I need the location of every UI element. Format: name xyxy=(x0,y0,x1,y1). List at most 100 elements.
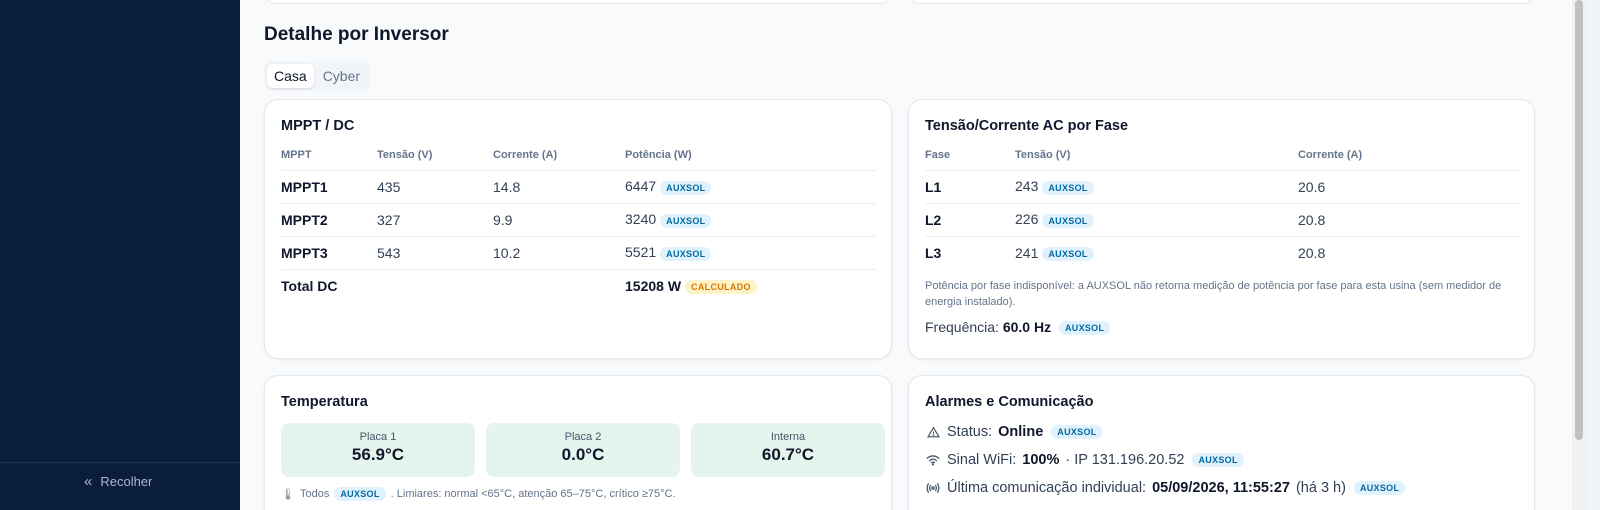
col-header: MPPT xyxy=(281,140,377,171)
phase-voltage: 226 xyxy=(1015,211,1039,228)
section-title: Detalhe por Inversor xyxy=(264,24,449,45)
source-badge: AUXSOL xyxy=(1353,481,1406,495)
mppt-power: 3240 xyxy=(625,211,657,228)
table-row: L1 243 AUXSOL 20.6 xyxy=(925,170,1520,204)
phase-current: 20.8 xyxy=(1298,203,1520,237)
temp-value: 60.7°C xyxy=(761,445,815,464)
mppt-power-cell: 5521 AUXSOL xyxy=(625,236,877,270)
last-comm-row: Última comunicação individual: 05/09/202… xyxy=(925,480,1406,496)
wifi-value: 100% xyxy=(1022,452,1060,468)
previous-card-right xyxy=(908,0,1535,4)
collapse-label: Recolher xyxy=(100,474,153,489)
temp-label: Interna xyxy=(770,431,806,443)
mppt-current: 10.2 xyxy=(493,236,625,270)
table-row: MPPT2 327 9.9 3240 AUXSOL xyxy=(281,203,877,237)
phase-current: 20.8 xyxy=(1298,244,1326,261)
chevrons-left-icon: « xyxy=(84,473,93,490)
phase-name: L2 xyxy=(925,203,1015,237)
source-badge: AUXSOL xyxy=(1042,180,1094,195)
phase-power-note: Potência por fase indisponível: a AUXSOL… xyxy=(925,280,1502,308)
table-row: MPPT3 543 10.2 5521 AUXSOL xyxy=(281,236,877,270)
source-badge: AUXSOL xyxy=(660,180,712,195)
status-label: Status: xyxy=(947,424,993,440)
col-header: Corrente (A) xyxy=(1298,140,1520,171)
status-value: Online xyxy=(998,424,1044,440)
phase-voltage: 241 xyxy=(1015,244,1039,261)
last-comm-label: Última comunicação individual: xyxy=(947,480,1147,496)
ac-table-header: Fase Tensão (V) Corrente (A) xyxy=(925,140,1520,171)
empty-cell xyxy=(377,268,493,302)
temp-value: 56.9°C xyxy=(351,445,405,464)
alarms-card-title: Alarmes e Comunicação xyxy=(925,394,1094,410)
mppt-name: MPPT2 xyxy=(281,203,377,237)
frequency-row: Frequência: 60.0 Hz AUXSOL xyxy=(925,319,1111,336)
source-badge: AUXSOL xyxy=(660,246,712,261)
phase-voltage: 243 xyxy=(1015,178,1039,195)
alert-triangle-icon xyxy=(925,425,941,439)
temperature-card: Temperatura Placa 1 56.9°C Placa 2 0.0°C… xyxy=(264,375,892,510)
mppt-power: 5521 xyxy=(625,244,657,261)
wifi-icon xyxy=(925,454,941,466)
page-scrollbar[interactable] xyxy=(1572,0,1586,510)
mppt-voltage: 327 xyxy=(377,203,493,237)
main-content: Detalhe por Inversor Casa Cyber MPPT / D… xyxy=(240,0,1586,510)
temp-label: Placa 1 xyxy=(359,431,397,443)
phase-voltage-cell: 243 AUXSOL xyxy=(1015,170,1298,204)
frequency-label: Frequência: xyxy=(925,319,999,335)
tab-casa[interactable]: Casa xyxy=(267,64,314,88)
wifi-row: Sinal WiFi: 100% · IP 131.196.20.52 AUXS… xyxy=(925,452,1244,468)
collapse-sidebar-button[interactable]: « Recolher xyxy=(84,474,152,489)
mppt-table: MPPT Tensão (V) Corrente (A) Potência (W… xyxy=(281,140,877,302)
total-power-cell: 15208 W CALCULADO xyxy=(625,268,877,302)
mppt-power-cell: 3240 AUXSOL xyxy=(625,203,877,237)
tab-cyber[interactable]: Cyber xyxy=(316,64,367,88)
temp-label: Placa 2 xyxy=(564,431,602,443)
last-comm-ago: (há 3 h) xyxy=(1295,480,1346,496)
calculated-badge: CALCULADO xyxy=(685,279,757,294)
mppt-power: 6447 xyxy=(625,178,657,195)
mppt-table-header: MPPT Tensão (V) Corrente (A) Potência (W… xyxy=(281,140,877,171)
phase-current: 20.6 xyxy=(1298,170,1520,204)
mppt-name: MPPT1 xyxy=(281,170,377,204)
scrollbar-thumb[interactable] xyxy=(1575,0,1583,440)
temp-board-1: Placa 1 56.9°C xyxy=(281,423,475,477)
phase-voltage-cell: 241 AUXSOL xyxy=(1015,236,1298,269)
ip-address: · IP 131.196.20.52 xyxy=(1065,452,1185,468)
mppt-name: MPPT3 xyxy=(281,236,377,270)
status-row: Status: Online AUXSOL xyxy=(925,424,1103,440)
source-badge: AUXSOL xyxy=(334,487,386,501)
source-badge: AUXSOL xyxy=(1042,246,1094,261)
total-label: Total DC xyxy=(281,268,377,302)
phase-name: L3 xyxy=(925,244,942,261)
mppt-power-cell: 6447 AUXSOL xyxy=(625,170,877,204)
inverter-tabs: Casa Cyber xyxy=(264,61,371,91)
ac-card-title: Tensão/Corrente AC por Fase xyxy=(925,118,1129,134)
thermometer-icon: 🌡 xyxy=(281,488,295,501)
temp-note-text: . Limiares: normal <65°C, atenção 65–75°… xyxy=(390,488,676,500)
total-power: 15208 W xyxy=(625,277,682,294)
source-badge: AUXSOL xyxy=(1058,321,1111,336)
sidebar: « Recolher xyxy=(0,0,240,510)
table-row: MPPT1 435 14.8 6447 AUXSOL xyxy=(281,170,877,204)
temperature-note: 🌡 Todos AUXSOL . Limiares: normal <65°C,… xyxy=(281,487,676,501)
sidebar-divider xyxy=(0,462,240,463)
mppt-card: MPPT / DC MPPT Tensão (V) Corrente (A) P… xyxy=(264,99,892,359)
mppt-current: 9.9 xyxy=(493,203,625,237)
total-row: Total DC 15208 W CALCULADO xyxy=(281,268,877,302)
temp-board-2: Placa 2 0.0°C xyxy=(486,423,680,477)
source-badge: AUXSOL xyxy=(1042,213,1094,228)
mppt-current: 14.8 xyxy=(493,170,625,204)
source-badge: AUXSOL xyxy=(1192,453,1244,467)
last-comm-value: 05/09/2026, 11:55:27 xyxy=(1152,480,1290,496)
alarms-card: Alarmes e Comunicação Status: Online AUX… xyxy=(908,375,1535,510)
col-header: Potência (W) xyxy=(625,140,877,171)
col-header: Tensão (V) xyxy=(377,140,493,171)
col-header: Tensão (V) xyxy=(1015,140,1298,171)
mppt-card-title: MPPT / DC xyxy=(281,118,355,134)
temp-internal: Interna 60.7°C xyxy=(691,423,885,477)
source-badge: AUXSOL xyxy=(660,213,712,228)
phase-name: L1 xyxy=(925,170,1015,204)
ac-phase-card: Tensão/Corrente AC por Fase Fase Tensão … xyxy=(908,99,1535,359)
wifi-label: Sinal WiFi: xyxy=(947,452,1017,468)
frequency-value: 60.0 Hz xyxy=(1002,319,1052,335)
